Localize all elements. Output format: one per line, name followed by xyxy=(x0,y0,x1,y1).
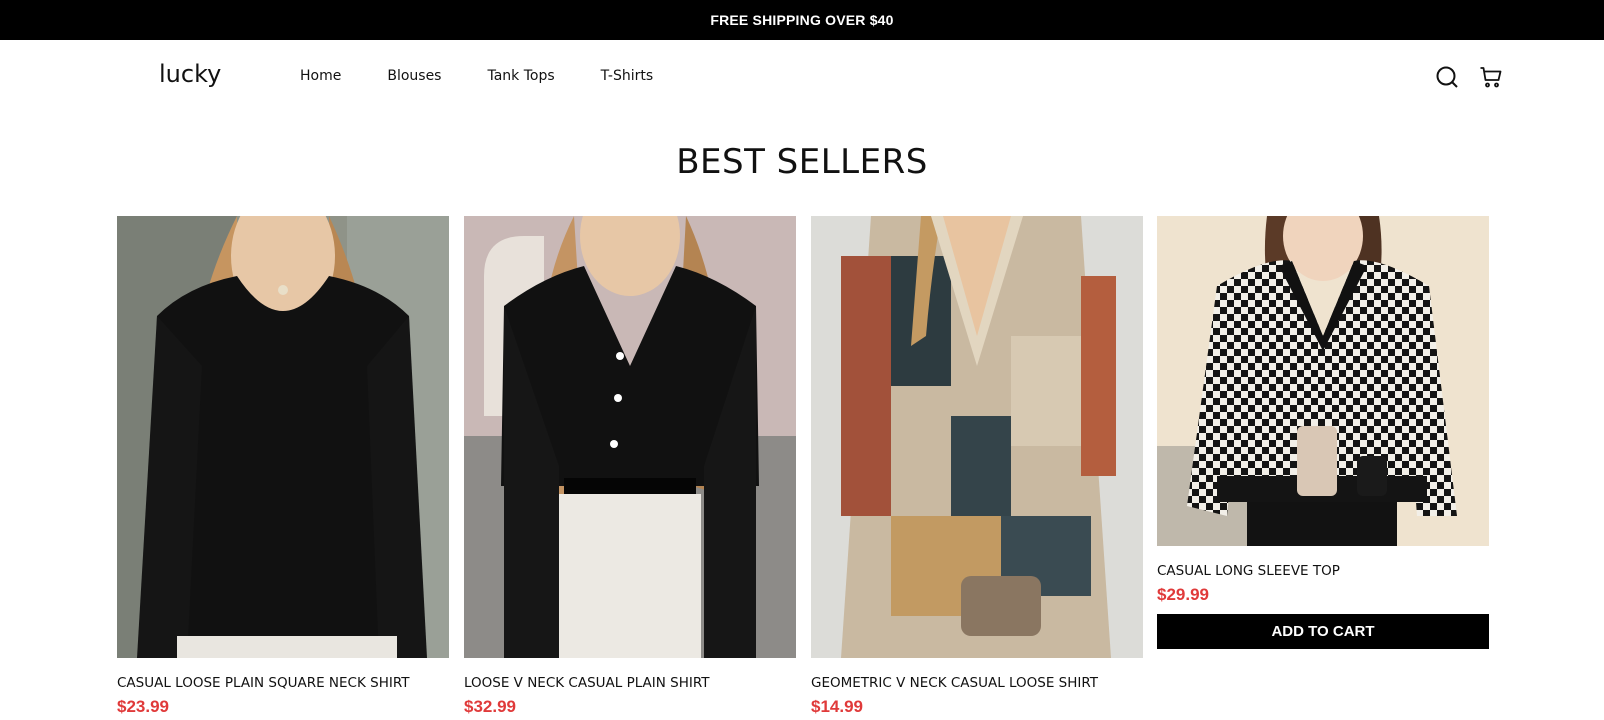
product-card[interactable]: GEOMETRIC V NECK CASUAL LOOSE SHIRT $14.… xyxy=(811,216,1143,717)
announcement-bar: FREE SHIPPING OVER $40 xyxy=(0,0,1604,40)
nav-t-shirts[interactable]: T-Shirts xyxy=(601,68,654,84)
product-image[interactable] xyxy=(117,216,449,658)
main-nav: Home Blouses Tank Tops T-Shirts xyxy=(300,68,699,84)
product-price: $32.99 xyxy=(464,697,516,716)
add-to-cart-button[interactable]: ADD TO CART xyxy=(1157,614,1489,649)
site-header: lucky Home Blouses Tank Tops T-Shirts xyxy=(0,40,1604,116)
product-card[interactable]: CASUAL LONG SLEEVE TOP $29.99 ADD TO CAR… xyxy=(1157,216,1489,649)
product-title[interactable]: GEOMETRIC V NECK CASUAL LOOSE SHIRT xyxy=(811,675,1143,691)
announcement-text: FREE SHIPPING OVER $40 xyxy=(710,12,894,28)
header-icons xyxy=(1434,64,1504,90)
product-title[interactable]: CASUAL LOOSE PLAIN SQUARE NECK SHIRT xyxy=(117,675,449,691)
nav-tank-tops[interactable]: Tank Tops xyxy=(487,68,554,84)
product-title[interactable]: LOOSE V NECK CASUAL PLAIN SHIRT xyxy=(464,675,796,691)
logo[interactable]: lucky xyxy=(159,60,221,88)
product-image[interactable] xyxy=(464,216,796,658)
nav-home[interactable]: Home xyxy=(300,68,341,84)
product-price: $14.99 xyxy=(811,697,863,716)
product-image[interactable] xyxy=(1157,216,1489,546)
search-icon[interactable] xyxy=(1434,64,1460,90)
product-price: $23.99 xyxy=(117,697,169,716)
nav-blouses[interactable]: Blouses xyxy=(387,68,441,84)
product-card[interactable]: LOOSE V NECK CASUAL PLAIN SHIRT $32.99 xyxy=(464,216,796,717)
cart-icon[interactable] xyxy=(1478,64,1504,90)
product-image[interactable] xyxy=(811,216,1143,658)
product-title[interactable]: CASUAL LONG SLEEVE TOP xyxy=(1157,563,1489,579)
section-title: BEST SELLERS xyxy=(676,142,928,182)
product-price: $29.99 xyxy=(1157,585,1209,604)
product-card[interactable]: CASUAL LOOSE PLAIN SQUARE NECK SHIRT $23… xyxy=(117,216,449,717)
